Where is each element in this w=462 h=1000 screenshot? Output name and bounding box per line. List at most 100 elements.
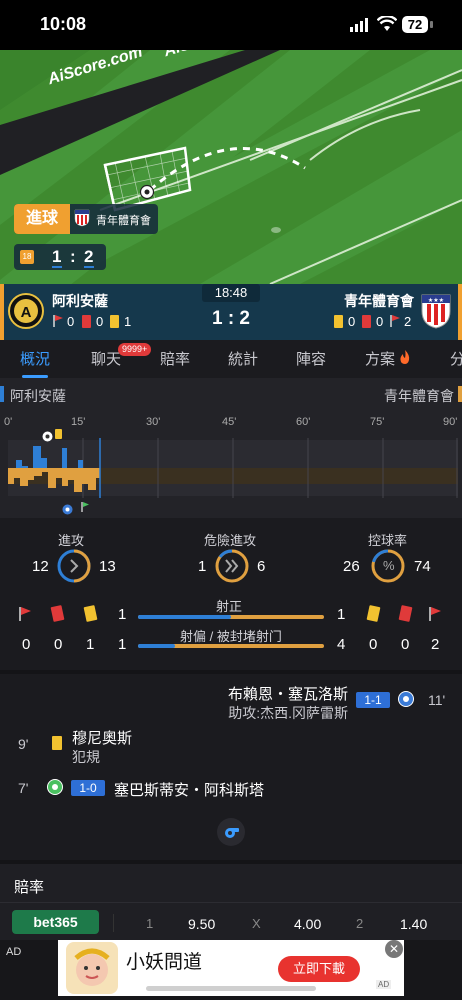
on-target-home: 1: [118, 606, 127, 623]
events-list: 布賴恩・塞瓦洛斯 助攻:杰西.冈萨雷斯 1-1 11' 9' 穆尼奧斯 犯規 7…: [0, 670, 462, 860]
off-target-label: 射偏 / 被封堵射门: [180, 629, 282, 644]
red-card-icon: [362, 315, 371, 328]
event-player: 布賴恩・塞瓦洛斯: [227, 686, 348, 703]
corner-flag-icon: [428, 606, 442, 627]
wifi-icon: [376, 14, 398, 37]
divider: [0, 860, 462, 864]
home-accent: [0, 284, 4, 340]
tick-label: 0': [4, 416, 13, 428]
home-yellow: 1: [86, 636, 95, 653]
event-minute: 11': [428, 692, 446, 708]
home-corner-count: 0: [67, 314, 75, 329]
odds-draw-label: X: [252, 916, 261, 931]
tab-stats[interactable]: 統計: [228, 348, 258, 369]
divider: [0, 670, 462, 674]
score-separator: :: [70, 247, 76, 266]
svg-text:A: A: [21, 304, 32, 321]
away-team-logo-icon[interactable]: ★★★: [420, 293, 452, 334]
match-clock: 18:48: [202, 284, 260, 302]
corner-flag-icon: [18, 606, 32, 627]
dangerous-attack-label: 危險進攻: [204, 533, 257, 548]
dangerous-ring: [214, 548, 250, 589]
close-icon[interactable]: ✕: [385, 940, 403, 958]
home-team-logo-icon[interactable]: A: [8, 293, 44, 334]
yellow-card-icon: [55, 429, 62, 439]
fire-icon: [399, 350, 411, 370]
tick-label: 30': [146, 416, 161, 428]
home-red: 0: [54, 636, 63, 653]
odds-draw-value[interactable]: 4.00: [294, 916, 321, 932]
pitch-score-away: 2: [84, 247, 94, 266]
yellow-card-icon: [334, 315, 343, 328]
away-yellow: 0: [369, 636, 378, 653]
tab-lineup[interactable]: 陣容: [296, 348, 326, 369]
pitch-score-home: 1: [52, 247, 62, 266]
home-indicator: [146, 986, 316, 991]
status-bar: 10:08 72: [0, 0, 462, 50]
away-red: 0: [401, 636, 410, 653]
away-red-count: 0: [376, 314, 384, 329]
goal-label: 進球: [14, 204, 70, 234]
tab-plans[interactable]: 方案: [365, 348, 395, 369]
yellow-card-icon: [83, 605, 98, 622]
away-corners: 2: [431, 636, 440, 653]
divider: [113, 914, 114, 932]
match-timeline: 阿利安薩 青年體育會 0' 15' 30' 45' 60' 75' 90': [0, 378, 462, 518]
ad-card[interactable]: 小妖問道 立即下載 AD: [58, 940, 404, 996]
ad-download-button[interactable]: 立即下載: [278, 956, 360, 982]
home-corners: 0: [22, 636, 31, 653]
bookmaker-logo[interactable]: bet365: [12, 910, 99, 934]
signal-icon: [350, 18, 370, 37]
tick-label: 90': [443, 416, 458, 428]
on-target-label: 射正: [216, 599, 243, 614]
ad-banner[interactable]: AD 小妖問道 立即下載 AD ✕: [0, 940, 462, 1000]
away-corner-count: 2: [404, 314, 412, 329]
tick-label: 15': [71, 416, 86, 428]
away-team-name[interactable]: 青年體育會: [312, 291, 414, 311]
away-marker: [458, 386, 462, 402]
possession-home: 26: [343, 558, 360, 575]
tab-overview[interactable]: 概況: [20, 348, 50, 369]
event-minute: 9': [18, 736, 29, 752]
corner-flag-icon: [389, 314, 401, 333]
live-pitch[interactable]: AiScore.com AiScore.com 進球 青年體育會 18 1 : …: [0, 50, 462, 284]
stats-panel: 進攻 12 13 危險進攻 1 6 控球率 26 % 74 1 射正 1 0 0…: [0, 522, 462, 670]
off-target-home: 1: [118, 636, 127, 653]
event-minute: 7': [18, 780, 29, 796]
home-marker: [0, 386, 4, 402]
attack-ring: [56, 548, 92, 589]
home-underline: [52, 266, 62, 268]
yellow-card-icon: [110, 315, 119, 328]
tab-bar: 概況 聊天 9999+ 賠率 統計 陣容 方案 分: [0, 340, 462, 378]
goal-team-name: 青年體育會: [96, 215, 151, 227]
ad-game-icon: [66, 942, 118, 994]
possession-away: 74: [414, 558, 431, 575]
goal-ball-icon: [46, 778, 64, 801]
odds-home-value[interactable]: 9.50: [188, 916, 215, 932]
possession-label: 控球率: [368, 533, 408, 548]
event-player: 穆尼奧斯: [72, 730, 133, 747]
ad-corner-tag: AD: [376, 980, 392, 989]
home-team-name[interactable]: 阿利安薩: [52, 291, 108, 311]
tick-label: 45': [222, 416, 237, 428]
red-card-icon: [82, 315, 91, 328]
svg-text:★★★: ★★★: [428, 297, 444, 304]
away-underline: [84, 266, 94, 268]
red-card-icon: [50, 605, 65, 622]
odds-away-value[interactable]: 1.40: [400, 916, 427, 932]
off-target-away: 4: [337, 636, 346, 653]
odds-home-label: 1: [146, 916, 154, 931]
off-target-bar-home: [138, 644, 175, 648]
tab-chat[interactable]: 聊天: [91, 348, 121, 369]
minute-badge: 18: [20, 250, 34, 264]
tab-more[interactable]: 分: [450, 348, 462, 369]
away-yellow-count: 0: [348, 314, 356, 329]
event-score-badge: 1-0: [71, 780, 105, 796]
pitch-scoreboard: 18 1 : 2: [14, 244, 106, 270]
kickoff-whistle-icon: [217, 818, 245, 846]
percent-symbol: %: [383, 558, 395, 573]
away-accent: [458, 284, 462, 340]
goal-ball-icon: [397, 690, 415, 713]
event-detail: 助攻:杰西.冈萨雷斯: [228, 705, 348, 721]
tab-odds[interactable]: 賠率: [160, 348, 190, 369]
